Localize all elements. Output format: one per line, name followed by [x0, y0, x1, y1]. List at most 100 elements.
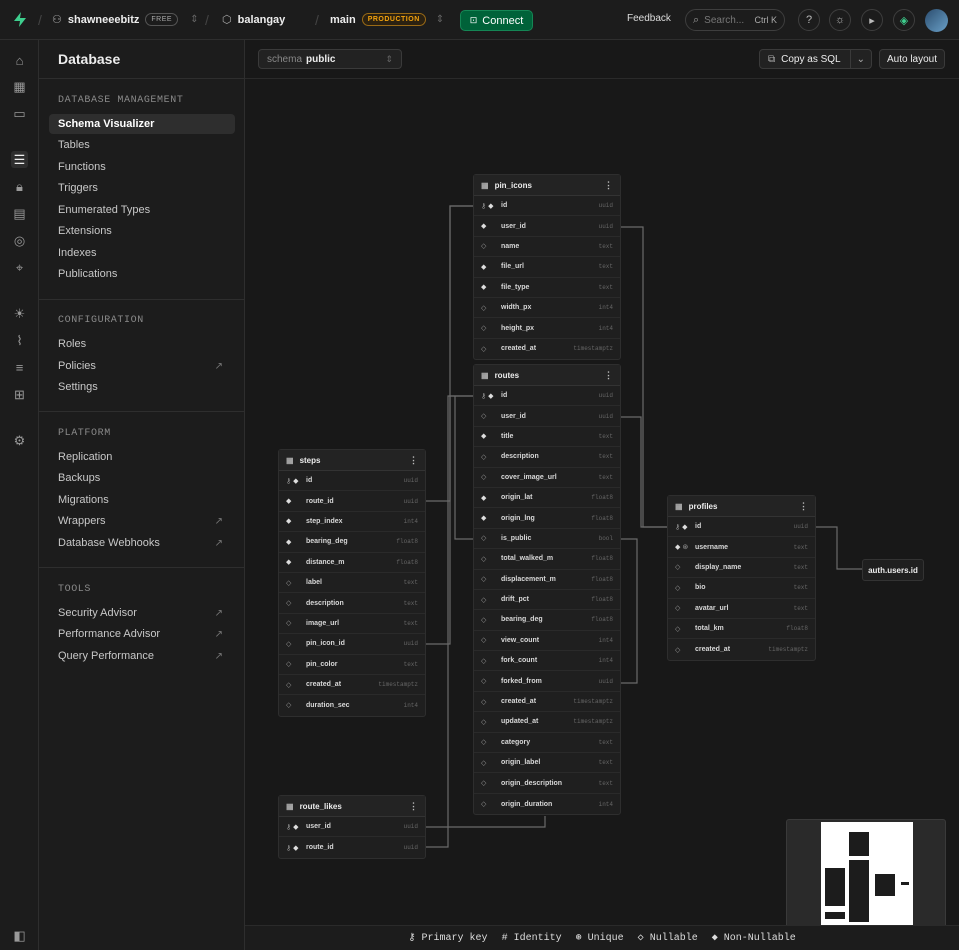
table-editor-icon[interactable]: ▦: [11, 78, 28, 95]
sidebar-item-roles[interactable]: Roles: [49, 334, 235, 354]
column-row[interactable]: ◇ display_name text: [668, 558, 815, 579]
avatar[interactable]: [925, 9, 948, 32]
sidebar-item-backups[interactable]: Backups: [49, 468, 235, 488]
column-row[interactable]: ◇ category text: [474, 733, 620, 754]
sidebar-item-triggers[interactable]: Triggers: [49, 178, 235, 198]
table-header[interactable]: ▦ steps ⋮: [279, 450, 425, 471]
column-row[interactable]: ◇ pin_icon_id uuid: [279, 634, 425, 655]
column-row[interactable]: ◇ view_count int4: [474, 631, 620, 652]
column-row[interactable]: ◇ created_at timestamptz: [474, 339, 620, 359]
column-row[interactable]: ◇ origin_label text: [474, 753, 620, 774]
table-profiles[interactable]: ▦ profiles ⋮ ⚷ ◆ id uuid ◆ ⊛ username text ◇ display…: [667, 495, 816, 661]
column-row[interactable]: ◇ bearing_deg float8: [474, 610, 620, 631]
storage-icon[interactable]: ▤: [11, 205, 28, 222]
auth-lock-icon[interactable]: 🔒︎: [11, 178, 28, 195]
column-row[interactable]: ◇ displacement_m float8: [474, 570, 620, 590]
sql-editor-icon[interactable]: ▭: [11, 105, 28, 122]
column-row[interactable]: ◇ total_km float8: [668, 619, 815, 640]
column-row[interactable]: ⚷ ◆ id uuid: [668, 517, 815, 538]
sidebar-item-settings[interactable]: Settings: [49, 377, 235, 397]
table-header[interactable]: ▦ profiles ⋮: [668, 496, 815, 517]
table-header[interactable]: ▦ routes ⋮: [474, 365, 620, 386]
column-row[interactable]: ◇ duration_sec int4: [279, 695, 425, 715]
connect-button[interactable]: ⊡ Connect: [460, 10, 533, 31]
sidebar-item-performance-advisor[interactable]: Performance Advisor ↗: [49, 624, 235, 644]
supabase-logo-icon[interactable]: [12, 11, 28, 28]
sidebar-item-functions[interactable]: Functions: [49, 157, 235, 177]
column-row[interactable]: ◇ cover_image_url text: [474, 468, 620, 488]
sidebar-item-query-performance[interactable]: Query Performance ↗: [49, 646, 235, 666]
sidebar-item-extensions[interactable]: Extensions: [49, 221, 235, 241]
sidebar-item-migrations[interactable]: Migrations: [49, 490, 235, 510]
column-row[interactable]: ◇ image_url text: [279, 614, 425, 635]
column-row[interactable]: ◆ file_type text: [474, 278, 620, 298]
more-options-icon[interactable]: ⋮: [604, 180, 613, 191]
sidebar-item-policies[interactable]: Policies ↗: [49, 356, 235, 376]
sidebar-item-wrappers[interactable]: Wrappers ↗: [49, 511, 235, 531]
more-options-icon[interactable]: ⋮: [409, 455, 418, 466]
column-row[interactable]: ◆ origin_lat float8: [474, 488, 620, 509]
column-row[interactable]: ⚷ ◆ id uuid: [474, 386, 620, 407]
column-row[interactable]: ◆ title text: [474, 427, 620, 448]
project-selector[interactable]: ⬡ balangay: [222, 13, 285, 27]
column-row[interactable]: ◇ fork_count int4: [474, 651, 620, 672]
column-row[interactable]: ◇ origin_duration int4: [474, 794, 620, 814]
branch-selector[interactable]: main PRODUCTION ⇕: [330, 13, 444, 26]
sidebar-item-replication[interactable]: Replication: [49, 447, 235, 467]
table-header[interactable]: ▦ route_likes ⋮: [279, 796, 425, 817]
more-options-icon[interactable]: ⋮: [604, 370, 613, 381]
sidebar-item-security-advisor[interactable]: Security Advisor ↗: [49, 603, 235, 623]
column-row[interactable]: ◇ created_at timestamptz: [474, 692, 620, 713]
column-row[interactable]: ◆ distance_m float8: [279, 553, 425, 573]
column-row[interactable]: ◇ description text: [474, 447, 620, 468]
column-row[interactable]: ◇ created_at timestamptz: [668, 639, 815, 659]
edge-functions-icon[interactable]: ◎: [11, 232, 28, 249]
column-row[interactable]: ⚷ ◆ id uuid: [279, 471, 425, 492]
column-row[interactable]: ◆ user_id uuid: [474, 216, 620, 237]
integrations-icon[interactable]: ⊞: [11, 386, 28, 403]
column-row[interactable]: ◆ ⊛ username text: [668, 537, 815, 558]
column-row[interactable]: ◇ bio text: [668, 578, 815, 599]
table-pin-icons[interactable]: ▦ pin_icons ⋮ ⚷ ◆ id uuid ◆ user_id uuid ◇ name text…: [473, 174, 621, 361]
org-selector[interactable]: ⚇ shawneeebitz FREE ⇕: [52, 13, 198, 26]
column-row[interactable]: ◆ route_id uuid: [279, 491, 425, 512]
help-icon[interactable]: ?: [798, 9, 820, 31]
column-row[interactable]: ◇ total_walked_m float8: [474, 549, 620, 570]
logs-icon[interactable]: ≡: [11, 359, 28, 376]
minimap[interactable]: [786, 819, 946, 937]
column-row[interactable]: ◇ origin_description text: [474, 773, 620, 794]
column-row[interactable]: ◇ user_id uuid: [474, 406, 620, 427]
column-row[interactable]: ◆ origin_lng float8: [474, 508, 620, 529]
database-icon[interactable]: ☰: [11, 151, 28, 168]
table-routes[interactable]: ▦ routes ⋮ ⚷ ◆ id uuid ◇ user_id uuid ◆ title text ◇ d…: [473, 364, 621, 816]
column-row[interactable]: ◇ label text: [279, 573, 425, 594]
terminal-icon[interactable]: ▸: [861, 9, 883, 31]
more-options-icon[interactable]: ⋮: [799, 501, 808, 512]
sidebar-item-tables[interactable]: Tables: [49, 135, 235, 155]
table-header[interactable]: ▦ pin_icons ⋮: [474, 175, 620, 196]
column-row[interactable]: ◆ bearing_deg float8: [279, 532, 425, 553]
sidebar-item-publications[interactable]: Publications: [49, 264, 235, 284]
lightbulb-icon[interactable]: ☼: [829, 9, 851, 31]
column-row[interactable]: ◇ width_px int4: [474, 298, 620, 319]
feedback-button[interactable]: Feedback: [627, 13, 671, 24]
column-row[interactable]: ◇ description text: [279, 593, 425, 614]
more-options-icon[interactable]: ⋮: [409, 801, 418, 812]
column-row[interactable]: ◇ is_public bool: [474, 529, 620, 550]
auth-users-node[interactable]: auth.users.id: [862, 559, 924, 581]
settings-gear-icon[interactable]: ⚙: [11, 432, 28, 449]
column-row[interactable]: ◇ forked_from uuid: [474, 671, 620, 692]
sidebar-item-indexes[interactable]: Indexes: [49, 243, 235, 263]
observability-icon[interactable]: ⌇: [11, 332, 28, 349]
advisors-icon[interactable]: ☀: [11, 305, 28, 322]
column-row[interactable]: ⚷ ◆ id uuid: [474, 196, 620, 217]
search-input[interactable]: ⌕ Search... Ctrl K: [685, 9, 785, 31]
sidebar-item-schema-visualizer[interactable]: Schema Visualizer: [49, 114, 235, 134]
collapse-sidebar-icon[interactable]: ◧: [11, 927, 28, 944]
table-route-likes[interactable]: ▦ route_likes ⋮ ⚷ ◆ user_id uuid ⚷ ◆ route_id uuid: [278, 795, 426, 859]
column-row[interactable]: ⚷ ◆ user_id uuid: [279, 817, 425, 838]
column-row[interactable]: ◇ created_at timestamptz: [279, 675, 425, 696]
assistant-icon[interactable]: ◈: [893, 9, 915, 31]
column-row[interactable]: ◇ name text: [474, 237, 620, 258]
home-icon[interactable]: ⌂: [11, 52, 28, 69]
